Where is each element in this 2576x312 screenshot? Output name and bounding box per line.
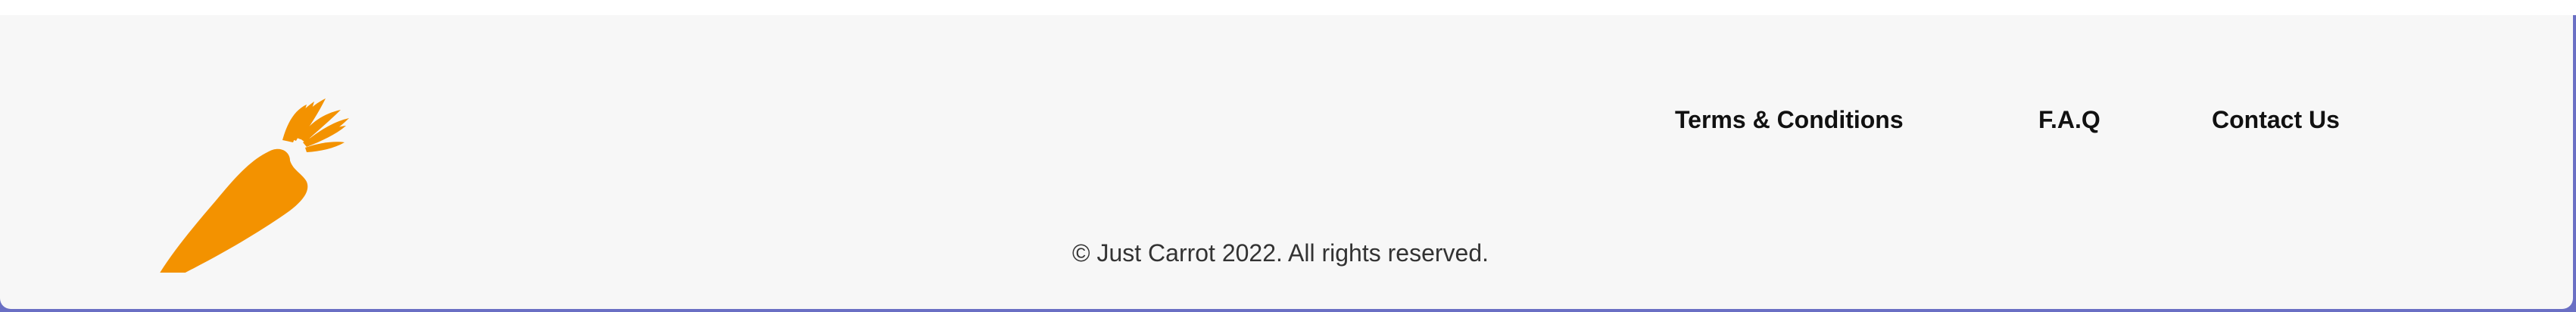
terms-conditions-link[interactable]: Terms & Conditions xyxy=(1675,106,1904,134)
page-top-strip xyxy=(0,0,2576,15)
site-footer: Terms & Conditions F.A.Q Contact Us © Ju… xyxy=(0,15,2573,309)
contact-us-link[interactable]: Contact Us xyxy=(2212,106,2340,134)
faq-link[interactable]: F.A.Q xyxy=(2038,106,2100,134)
copyright-text: © Just Carrot 2022. All rights reserved. xyxy=(1071,239,1489,267)
